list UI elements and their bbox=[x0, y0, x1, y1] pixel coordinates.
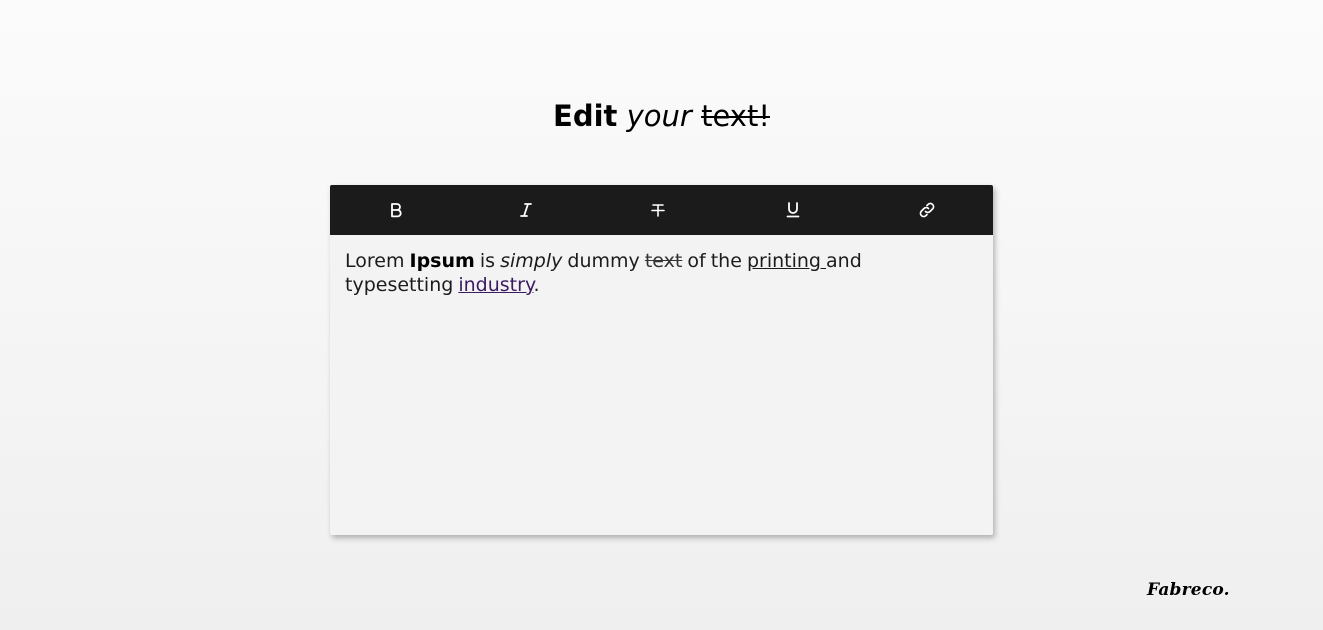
content-text: is bbox=[474, 250, 501, 272]
editor-content[interactable]: Lorem Ipsum is simply dummy text of the … bbox=[345, 249, 975, 297]
title-word-edit: Edit bbox=[553, 99, 618, 133]
link-button[interactable] bbox=[913, 196, 941, 224]
content-text: dummy bbox=[562, 250, 645, 272]
underline-button[interactable] bbox=[779, 196, 807, 224]
content-bold-text: Ipsum bbox=[409, 250, 475, 272]
italic-button[interactable] bbox=[512, 196, 540, 224]
text-editor: Lorem Ipsum is simply dummy text of the … bbox=[330, 185, 993, 535]
brand-logo: Fabreco. bbox=[1147, 580, 1230, 600]
content-underlined-text: printing bbox=[746, 250, 827, 272]
bold-button[interactable] bbox=[382, 196, 410, 224]
content-text: of the bbox=[682, 250, 747, 272]
bold-icon bbox=[391, 203, 402, 218]
content-link[interactable]: industry bbox=[458, 274, 533, 296]
content-strikethrough-text: text bbox=[644, 250, 683, 272]
strikethrough-icon bbox=[651, 204, 665, 217]
title-word-your: your bbox=[626, 99, 692, 133]
editor-toolbar bbox=[330, 185, 993, 235]
content-text: Lorem bbox=[345, 250, 410, 272]
italic-icon bbox=[520, 203, 532, 217]
page-title: Edit your text! bbox=[0, 96, 1323, 136]
content-italic-text: simply bbox=[500, 250, 563, 272]
strikethrough-button[interactable] bbox=[644, 196, 672, 224]
link-icon bbox=[919, 202, 935, 218]
underline-icon bbox=[786, 202, 800, 218]
title-word-text: text! bbox=[701, 99, 770, 133]
content-text: . bbox=[533, 274, 540, 296]
